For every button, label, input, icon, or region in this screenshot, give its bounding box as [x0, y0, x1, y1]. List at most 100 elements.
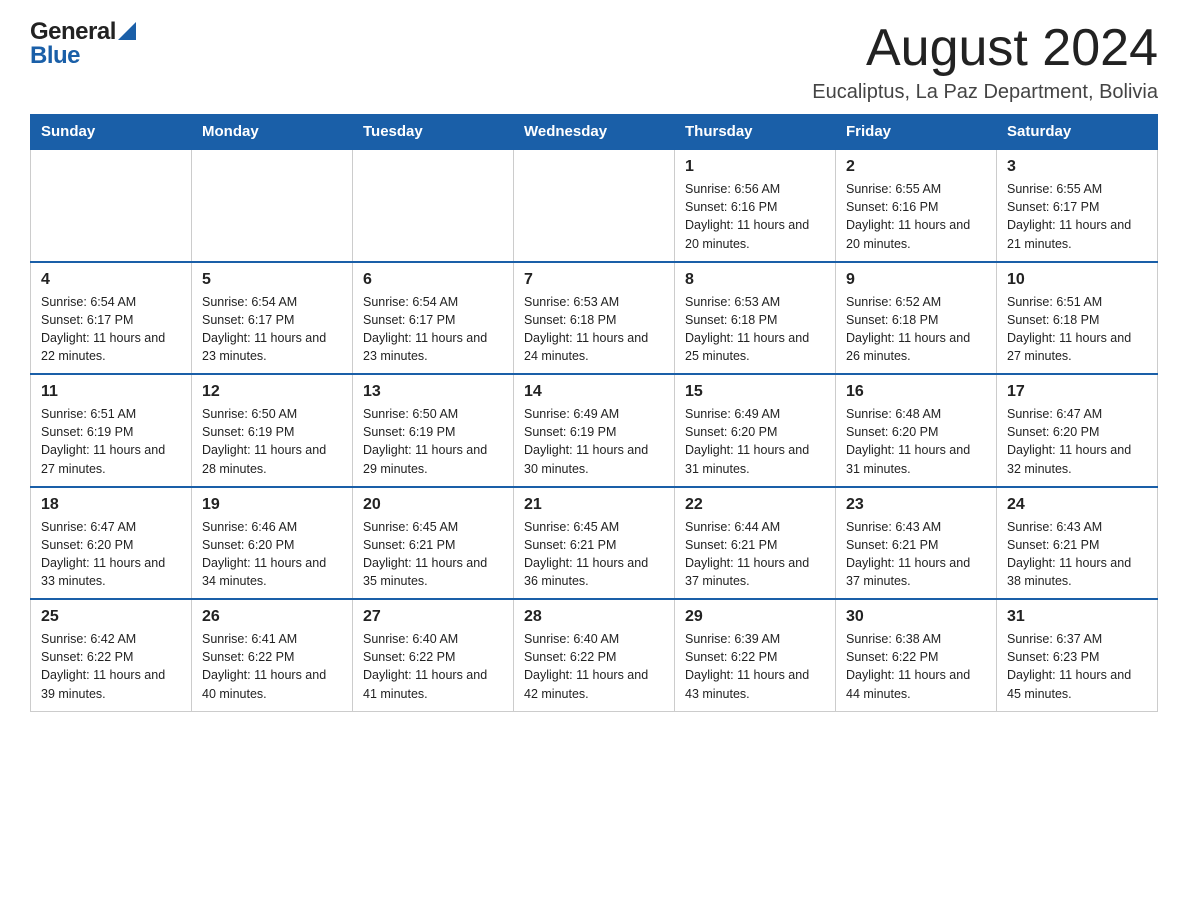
calendar-cell: 23 Sunrise: 6:43 AMSunset: 6:21 PMDayligh…: [836, 487, 997, 600]
calendar-cell: 28 Sunrise: 6:40 AMSunset: 6:22 PMDayligh…: [514, 599, 675, 711]
day-info: Sunrise: 6:51 AMSunset: 6:19 PMDaylight:…: [41, 405, 181, 478]
header-saturday: Saturday: [997, 115, 1158, 150]
calendar-cell: 16 Sunrise: 6:48 AMSunset: 6:20 PMDayligh…: [836, 374, 997, 487]
day-number: 10: [1007, 271, 1147, 289]
week-row-4: 18Sunrise: 6:47 AMSunset: 6:20 PMDayligh…: [31, 487, 1158, 600]
day-info: Sunrise: 6:39 AMSunset: 6:22 PMDaylight:…: [685, 630, 825, 703]
calendar-cell: 2 Sunrise: 6:55 AMSunset: 6:16 PMDaylight…: [836, 149, 997, 262]
day-number: 1: [685, 158, 825, 176]
header-thursday: Thursday: [675, 115, 836, 150]
day-number: 25: [41, 608, 181, 626]
day-info: Sunrise: 6:45 AMSunset: 6:21 PMDaylight:…: [524, 518, 664, 591]
day-info: Sunrise: 6:50 AMSunset: 6:19 PMDaylight:…: [363, 405, 503, 478]
day-info: Sunrise: 6:46 AMSunset: 6:20 PMDaylight:…: [202, 518, 342, 591]
header-sunday: Sunday: [31, 115, 192, 150]
day-info: Sunrise: 6:53 AMSunset: 6:18 PMDaylight:…: [524, 293, 664, 366]
calendar-cell: 5Sunrise: 6:54 AMSunset: 6:17 PMDaylight…: [192, 262, 353, 375]
logo-general: General: [30, 20, 136, 44]
calendar-cell: 17Sunrise: 6:47 AMSunset: 6:20 PMDayligh…: [997, 374, 1158, 487]
day-number: 6: [363, 271, 503, 289]
calendar-table: SundayMondayTuesdayWednesdayThursdayFrid…: [30, 114, 1158, 712]
calendar-cell: 7Sunrise: 6:53 AMSunset: 6:18 PMDaylight…: [514, 262, 675, 375]
page-header: General Blue August 2024 Eucaliptus, La …: [30, 20, 1158, 104]
day-info: Sunrise: 6:56 AMSunset: 6:16 PMDaylight:…: [685, 180, 825, 253]
day-info: Sunrise: 6:44 AMSunset: 6:21 PMDaylight:…: [685, 518, 825, 591]
day-number: 14: [524, 383, 664, 401]
day-number: 28: [524, 608, 664, 626]
day-number: 5: [202, 271, 342, 289]
day-info: Sunrise: 6:49 AMSunset: 6:20 PMDaylight:…: [685, 405, 825, 478]
day-info: Sunrise: 6:55 AMSunset: 6:16 PMDaylight:…: [846, 180, 986, 253]
day-number: 4: [41, 271, 181, 289]
day-number: 30: [846, 608, 986, 626]
day-info: Sunrise: 6:37 AMSunset: 6:23 PMDaylight:…: [1007, 630, 1147, 703]
calendar-cell: 11 Sunrise: 6:51 AMSunset: 6:19 PMDayligh…: [31, 374, 192, 487]
header-monday: Monday: [192, 115, 353, 150]
calendar-cell: 9 Sunrise: 6:52 AMSunset: 6:18 PMDaylight…: [836, 262, 997, 375]
day-number: 31: [1007, 608, 1147, 626]
day-info: Sunrise: 6:40 AMSunset: 6:22 PMDaylight:…: [524, 630, 664, 703]
day-info: Sunrise: 6:47 AMSunset: 6:20 PMDaylight:…: [1007, 405, 1147, 478]
calendar-header: SundayMondayTuesdayWednesdayThursdayFrid…: [31, 115, 1158, 150]
day-info: Sunrise: 6:43 AMSunset: 6:21 PMDaylight:…: [1007, 518, 1147, 591]
calendar-cell: 26 Sunrise: 6:41 AMSunset: 6:22 PMDayligh…: [192, 599, 353, 711]
day-number: 23: [846, 496, 986, 514]
logo-blue: Blue: [30, 44, 136, 68]
day-info: Sunrise: 6:43 AMSunset: 6:21 PMDaylight:…: [846, 518, 986, 591]
calendar-cell: 30Sunrise: 6:38 AMSunset: 6:22 PMDayligh…: [836, 599, 997, 711]
day-number: 24: [1007, 496, 1147, 514]
calendar-cell: 12 Sunrise: 6:50 AMSunset: 6:19 PMDayligh…: [192, 374, 353, 487]
calendar-cell: 25 Sunrise: 6:42 AMSunset: 6:22 PMDayligh…: [31, 599, 192, 711]
header-wednesday: Wednesday: [514, 115, 675, 150]
calendar-cell: 6 Sunrise: 6:54 AMSunset: 6:17 PMDaylight…: [353, 262, 514, 375]
day-info: Sunrise: 6:50 AMSunset: 6:19 PMDaylight:…: [202, 405, 342, 478]
calendar-cell: 4 Sunrise: 6:54 AMSunset: 6:17 PMDaylight…: [31, 262, 192, 375]
calendar-cell: [514, 149, 675, 262]
day-number: 21: [524, 496, 664, 514]
calendar-cell: 29 Sunrise: 6:39 AMSunset: 6:22 PMDayligh…: [675, 599, 836, 711]
day-number: 27: [363, 608, 503, 626]
calendar-cell: 10 Sunrise: 6:51 AMSunset: 6:18 PMDayligh…: [997, 262, 1158, 375]
day-info: Sunrise: 6:51 AMSunset: 6:18 PMDaylight:…: [1007, 293, 1147, 366]
day-info: Sunrise: 6:48 AMSunset: 6:20 PMDaylight:…: [846, 405, 986, 478]
calendar-cell: 20Sunrise: 6:45 AMSunset: 6:21 PMDayligh…: [353, 487, 514, 600]
day-number: 29: [685, 608, 825, 626]
calendar-cell: [192, 149, 353, 262]
day-info: Sunrise: 6:45 AMSunset: 6:21 PMDaylight:…: [363, 518, 503, 591]
calendar-cell: 18Sunrise: 6:47 AMSunset: 6:20 PMDayligh…: [31, 487, 192, 600]
day-info: Sunrise: 6:55 AMSunset: 6:17 PMDaylight:…: [1007, 180, 1147, 253]
day-number: 26: [202, 608, 342, 626]
day-info: Sunrise: 6:53 AMSunset: 6:18 PMDaylight:…: [685, 293, 825, 366]
header-row: SundayMondayTuesdayWednesdayThursdayFrid…: [31, 115, 1158, 150]
day-number: 19: [202, 496, 342, 514]
day-number: 15: [685, 383, 825, 401]
day-info: Sunrise: 6:42 AMSunset: 6:22 PMDaylight:…: [41, 630, 181, 703]
calendar-cell: 8Sunrise: 6:53 AMSunset: 6:18 PMDaylight…: [675, 262, 836, 375]
day-number: 16: [846, 383, 986, 401]
week-row-1: 1 Sunrise: 6:56 AMSunset: 6:16 PMDaylight…: [31, 149, 1158, 262]
subtitle: Eucaliptus, La Paz Department, Bolivia: [812, 81, 1158, 104]
day-number: 9: [846, 271, 986, 289]
day-number: 12: [202, 383, 342, 401]
logo: General Blue: [30, 20, 136, 68]
day-info: Sunrise: 6:47 AMSunset: 6:20 PMDaylight:…: [41, 518, 181, 591]
calendar-body: 1 Sunrise: 6:56 AMSunset: 6:16 PMDaylight…: [31, 149, 1158, 711]
calendar-cell: [31, 149, 192, 262]
calendar-cell: 3Sunrise: 6:55 AMSunset: 6:17 PMDaylight…: [997, 149, 1158, 262]
day-number: 2: [846, 158, 986, 176]
calendar-cell: 21 Sunrise: 6:45 AMSunset: 6:21 PMDayligh…: [514, 487, 675, 600]
day-info: Sunrise: 6:52 AMSunset: 6:18 PMDaylight:…: [846, 293, 986, 366]
day-info: Sunrise: 6:54 AMSunset: 6:17 PMDaylight:…: [363, 293, 503, 366]
calendar-cell: 22 Sunrise: 6:44 AMSunset: 6:21 PMDayligh…: [675, 487, 836, 600]
calendar-cell: 19 Sunrise: 6:46 AMSunset: 6:20 PMDayligh…: [192, 487, 353, 600]
day-info: Sunrise: 6:54 AMSunset: 6:17 PMDaylight:…: [41, 293, 181, 366]
day-number: 13: [363, 383, 503, 401]
calendar-cell: 14 Sunrise: 6:49 AMSunset: 6:19 PMDayligh…: [514, 374, 675, 487]
calendar-cell: 1 Sunrise: 6:56 AMSunset: 6:16 PMDaylight…: [675, 149, 836, 262]
day-info: Sunrise: 6:49 AMSunset: 6:19 PMDaylight:…: [524, 405, 664, 478]
calendar-cell: 13 Sunrise: 6:50 AMSunset: 6:19 PMDayligh…: [353, 374, 514, 487]
day-number: 11: [41, 383, 181, 401]
day-number: 22: [685, 496, 825, 514]
page-title: August 2024: [812, 20, 1158, 77]
day-info: Sunrise: 6:41 AMSunset: 6:22 PMDaylight:…: [202, 630, 342, 703]
